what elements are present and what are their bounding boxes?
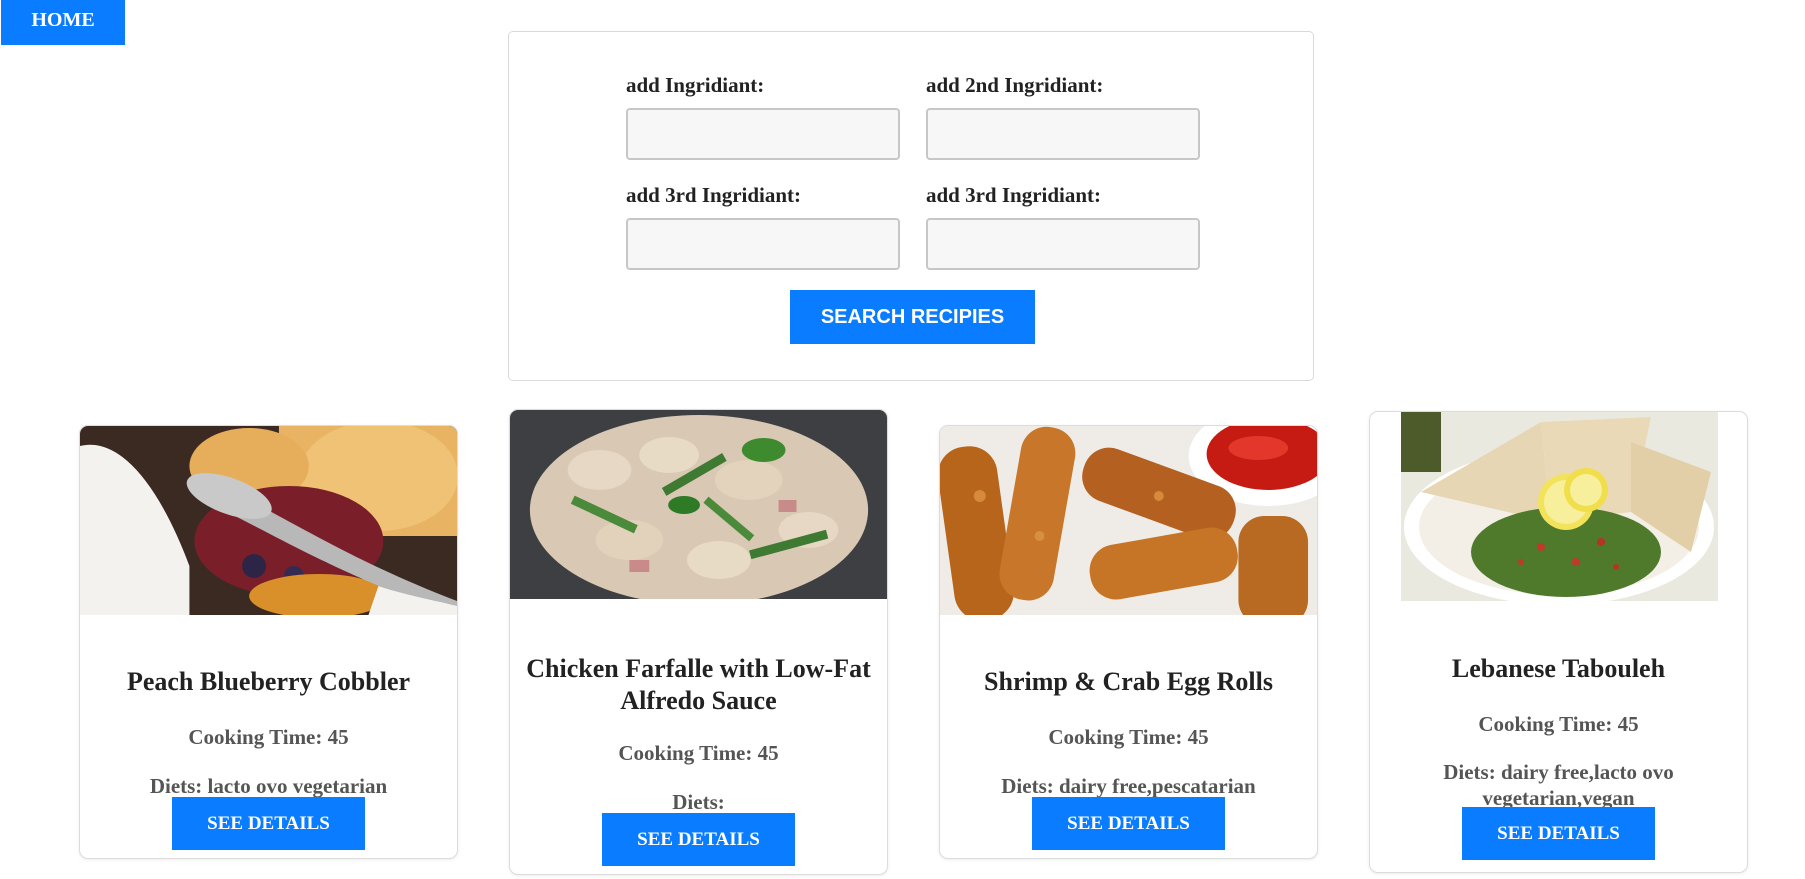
see-details-button[interactable]: SEE DETAILS bbox=[602, 813, 795, 866]
ingredient-2-field: add 2nd Ingridiant: bbox=[926, 73, 1200, 160]
recipe-cooking-time: Cooking Time: 45 bbox=[618, 741, 779, 765]
recipe-title: Lebanese Tabouleh bbox=[1451, 654, 1666, 683]
recipe-card: Shrimp & Crab Egg Rolls Cooking Time: 45… bbox=[939, 425, 1318, 859]
ingredient-1-input[interactable] bbox=[626, 108, 900, 160]
ingredient-1-label: add Ingridiant: bbox=[626, 73, 765, 97]
ingredient-3-input[interactable] bbox=[626, 218, 900, 270]
cobbler-photo bbox=[80, 426, 457, 615]
recipe-card: Peach Blueberry Cobbler Cooking Time: 45… bbox=[79, 425, 458, 859]
ingredient-2-input[interactable] bbox=[926, 108, 1200, 160]
recipe-title: Peach Blueberry Cobbler bbox=[126, 667, 411, 696]
ingredient-4-input[interactable] bbox=[926, 218, 1200, 270]
tabouleh-photo bbox=[1401, 412, 1718, 601]
ingredient-4-label: add 3rd Ingridiant: bbox=[926, 183, 1102, 207]
ingredient-3-label: add 3rd Ingridiant: bbox=[626, 183, 802, 207]
recipe-diets: Diets: dairy free,pescatarian bbox=[1001, 774, 1256, 798]
recipe-diets: Diets: lacto ovo vegetarian bbox=[149, 774, 388, 798]
recipe-diets: Diets: bbox=[672, 790, 725, 814]
ingredient-4-field: add 3rd Ingridiant: bbox=[926, 183, 1200, 270]
recipe-cooking-time: Cooking Time: 45 bbox=[1478, 712, 1639, 736]
recipe-title: Chicken Farfalle with Low-Fat Alfredo Sa… bbox=[526, 654, 871, 715]
search-recipes-button[interactable]: SEARCH RECIPIES bbox=[790, 290, 1035, 344]
see-details-button[interactable]: SEE DETAILS bbox=[1032, 797, 1225, 850]
recipe-cooking-time: Cooking Time: 45 bbox=[1048, 725, 1209, 749]
ingredient-2-label: add 2nd Ingridiant: bbox=[926, 73, 1104, 97]
recipe-cooking-time: Cooking Time: 45 bbox=[188, 725, 349, 749]
recipe-title: Shrimp & Crab Egg Rolls bbox=[984, 667, 1273, 696]
ingredient-1-field: add Ingridiant: bbox=[626, 73, 900, 160]
home-button[interactable]: HOME bbox=[1, 0, 125, 45]
recipe-card: Lebanese Tabouleh Cooking Time: 45 Diets… bbox=[1369, 411, 1748, 873]
recipe-card: Chicken Farfalle with Low-Fat Alfredo Sa… bbox=[509, 409, 888, 875]
see-details-button[interactable]: SEE DETAILS bbox=[172, 797, 365, 850]
pasta-photo bbox=[510, 410, 887, 599]
ingredient-search-panel: add Ingridiant: add 2nd Ingridiant: add … bbox=[508, 31, 1314, 381]
ingredient-3-field: add 3rd Ingridiant: bbox=[626, 183, 900, 270]
egg-rolls-photo bbox=[940, 426, 1317, 615]
recipe-diets: Diets: dairy free,lacto ovo vegetarian,v… bbox=[1443, 760, 1674, 810]
see-details-button[interactable]: SEE DETAILS bbox=[1462, 807, 1655, 860]
